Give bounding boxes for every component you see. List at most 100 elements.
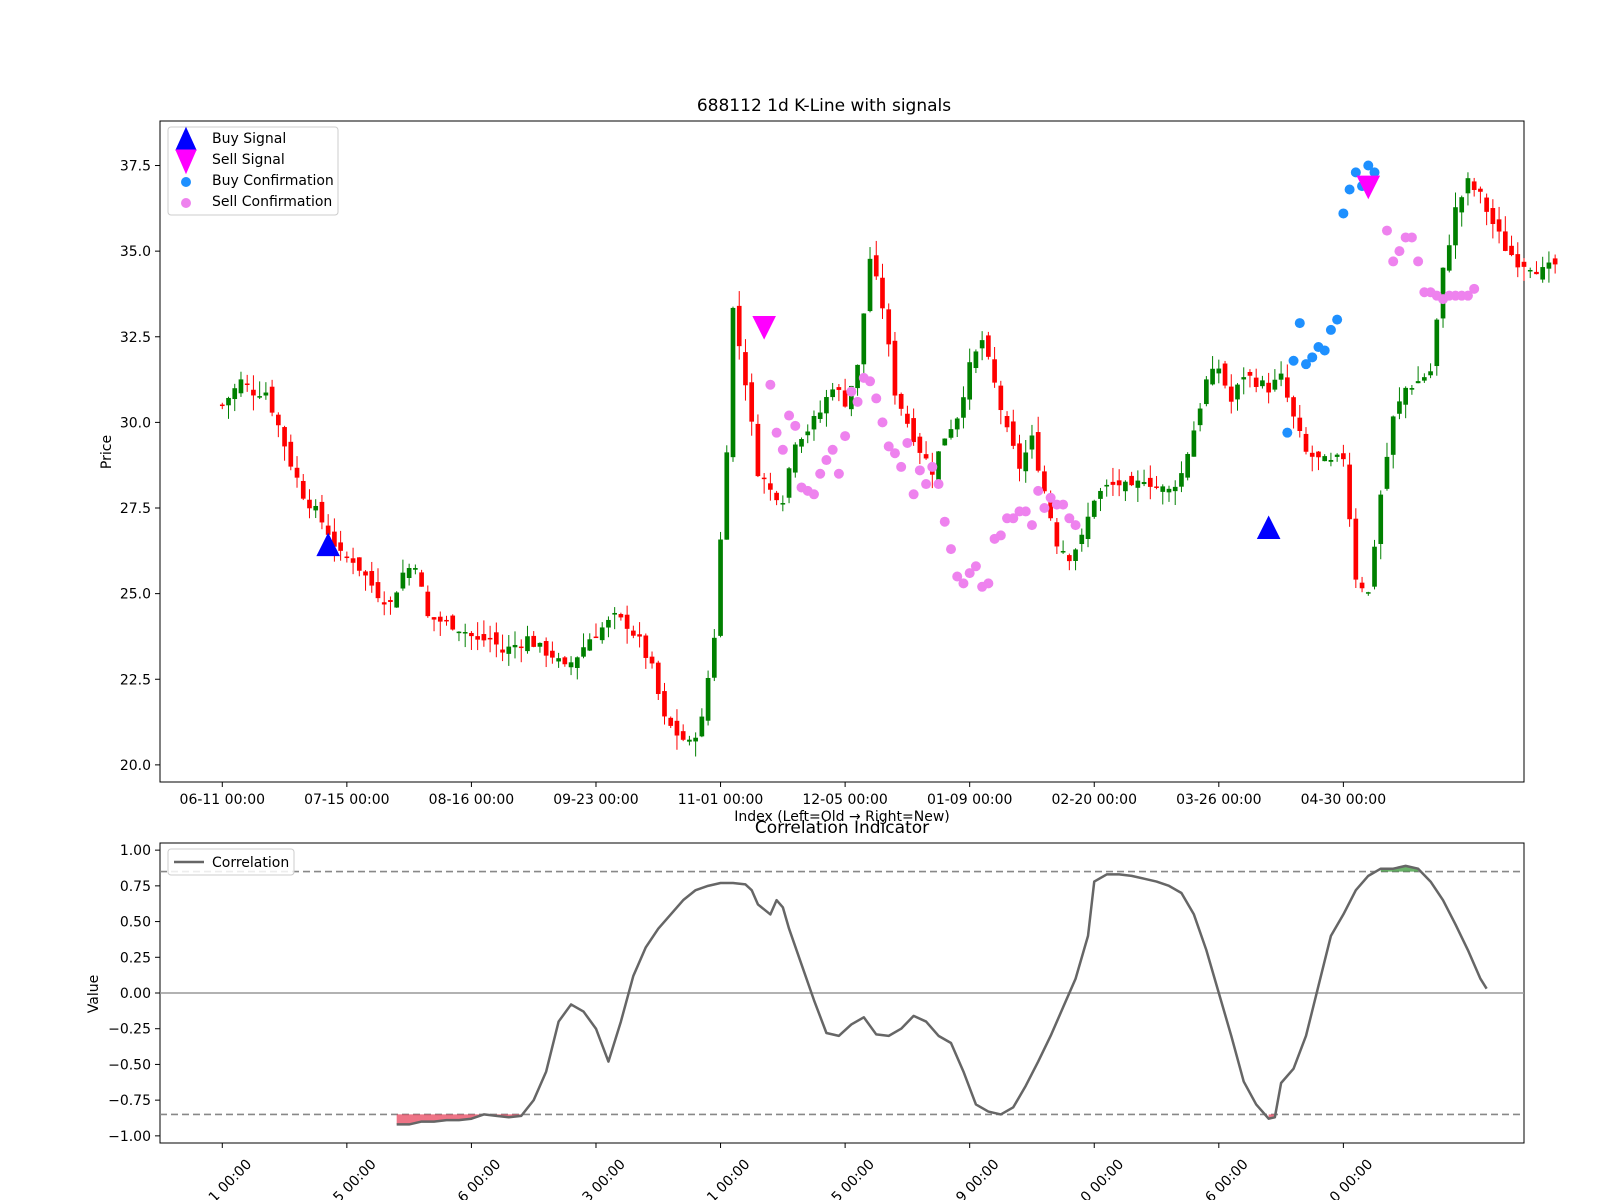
candle-body bbox=[637, 634, 642, 637]
candle-body bbox=[1303, 433, 1309, 452]
candle-body bbox=[232, 388, 238, 400]
candle-body bbox=[1110, 481, 1116, 485]
candle-body bbox=[269, 386, 275, 413]
sell-confirmation-point bbox=[840, 431, 851, 442]
candle-body bbox=[861, 313, 867, 365]
candle-body bbox=[1546, 262, 1552, 269]
candle-body bbox=[1459, 197, 1465, 213]
candle-body bbox=[811, 415, 817, 430]
candle-body bbox=[276, 414, 281, 426]
candle-body bbox=[406, 568, 412, 579]
candle-body bbox=[799, 439, 804, 447]
candle-body bbox=[1141, 482, 1147, 485]
correlation-y-tick-label: −0.25 bbox=[108, 1022, 151, 1038]
candle-body bbox=[768, 483, 773, 490]
candle-body bbox=[1434, 319, 1440, 367]
candle-body bbox=[1322, 456, 1328, 462]
sell-confirmation-point bbox=[1381, 225, 1392, 236]
candle-body bbox=[1272, 379, 1278, 390]
candle-body bbox=[1054, 522, 1060, 547]
candle-body bbox=[1490, 208, 1496, 225]
candle-body bbox=[1471, 181, 1477, 190]
candle-body bbox=[973, 351, 979, 369]
kline-x-tick-label: 04-30 00:00 bbox=[1301, 792, 1386, 808]
kline-x-tick-label: 03-26 00:00 bbox=[1176, 792, 1261, 808]
candle-body bbox=[1123, 481, 1128, 492]
candle-body bbox=[911, 418, 916, 443]
candle-body bbox=[1079, 534, 1085, 545]
candle-body bbox=[1166, 488, 1172, 493]
candle-body bbox=[1378, 494, 1384, 545]
correlation-title: Correlation Indicator bbox=[755, 818, 929, 838]
candle-body bbox=[730, 307, 736, 458]
candle-body bbox=[1484, 197, 1489, 212]
candle-body bbox=[942, 438, 948, 446]
candle-body bbox=[1222, 363, 1228, 386]
candle-body bbox=[388, 600, 393, 602]
candle-body bbox=[1415, 381, 1421, 384]
candle-body bbox=[674, 720, 680, 736]
sell-confirmation-point bbox=[1020, 506, 1031, 517]
kline-y-tick-label: 22.5 bbox=[120, 672, 151, 688]
candle-body bbox=[805, 431, 811, 436]
candle-body bbox=[531, 635, 537, 647]
sell-confirmation-point bbox=[777, 444, 788, 455]
candle-body bbox=[525, 636, 530, 652]
candle-body bbox=[755, 423, 761, 477]
candle-body bbox=[1085, 516, 1091, 539]
correlation-y-tick-label: 0.75 bbox=[120, 879, 151, 895]
candle-body bbox=[512, 644, 518, 648]
candle-body bbox=[462, 632, 468, 634]
candle-body bbox=[1297, 417, 1303, 431]
candle-body bbox=[1284, 377, 1290, 398]
candle-body bbox=[1260, 380, 1265, 387]
candle-body bbox=[662, 691, 667, 717]
kline-y-tick-label: 30.0 bbox=[120, 415, 151, 431]
candle-body bbox=[1316, 451, 1321, 458]
sell-confirmation-point bbox=[1033, 485, 1044, 496]
candle-body bbox=[1066, 555, 1072, 562]
candle-body bbox=[649, 656, 655, 664]
candle-body bbox=[500, 649, 505, 653]
candle-body bbox=[1478, 188, 1483, 192]
kline-legend: Buy Signal Sell Signal Buy Confirmation … bbox=[167, 126, 339, 216]
candle-body bbox=[226, 397, 231, 406]
candle-body bbox=[282, 427, 287, 447]
candle-body bbox=[718, 539, 723, 636]
candle-body bbox=[867, 258, 873, 312]
kline-y-tick-label: 35.0 bbox=[120, 244, 151, 260]
candle-body bbox=[375, 582, 381, 599]
candle-body bbox=[724, 452, 730, 540]
candle-body bbox=[1116, 480, 1122, 486]
candle-body bbox=[1334, 454, 1340, 457]
candle-body bbox=[1129, 475, 1134, 486]
candle-body bbox=[394, 592, 400, 608]
candle-body bbox=[1453, 207, 1458, 246]
candle-body bbox=[631, 630, 636, 636]
candle-body bbox=[1135, 480, 1141, 488]
candle-body bbox=[263, 392, 269, 396]
kline-x-tick-label: 02-20 00:00 bbox=[1052, 792, 1137, 808]
sell-confirmation-point bbox=[1394, 246, 1405, 257]
legend-buy-confirmation: Buy Confirmation bbox=[212, 173, 334, 189]
kline-y-tick-label: 25.0 bbox=[120, 587, 151, 603]
candle-body bbox=[1235, 384, 1240, 400]
candle-body bbox=[363, 571, 368, 576]
candle-body bbox=[1029, 435, 1035, 450]
sell-confirmation-point bbox=[1039, 503, 1050, 514]
candle-body bbox=[475, 636, 480, 640]
candle-body bbox=[655, 662, 661, 694]
candle-body bbox=[493, 632, 499, 645]
candle-body bbox=[599, 627, 605, 641]
candle-body bbox=[1204, 379, 1209, 405]
sell-confirmation-point bbox=[1070, 520, 1081, 531]
candle-body bbox=[923, 454, 929, 459]
candle-body bbox=[967, 362, 973, 400]
buy-confirmation-point bbox=[1307, 352, 1318, 363]
candle-body bbox=[1241, 377, 1247, 380]
candle-body bbox=[873, 255, 879, 277]
correlation-legend: Correlation bbox=[167, 848, 295, 876]
buy-confirmation-point bbox=[1332, 314, 1343, 325]
candle-body bbox=[381, 602, 387, 605]
sell-confirmation-point bbox=[958, 578, 969, 589]
